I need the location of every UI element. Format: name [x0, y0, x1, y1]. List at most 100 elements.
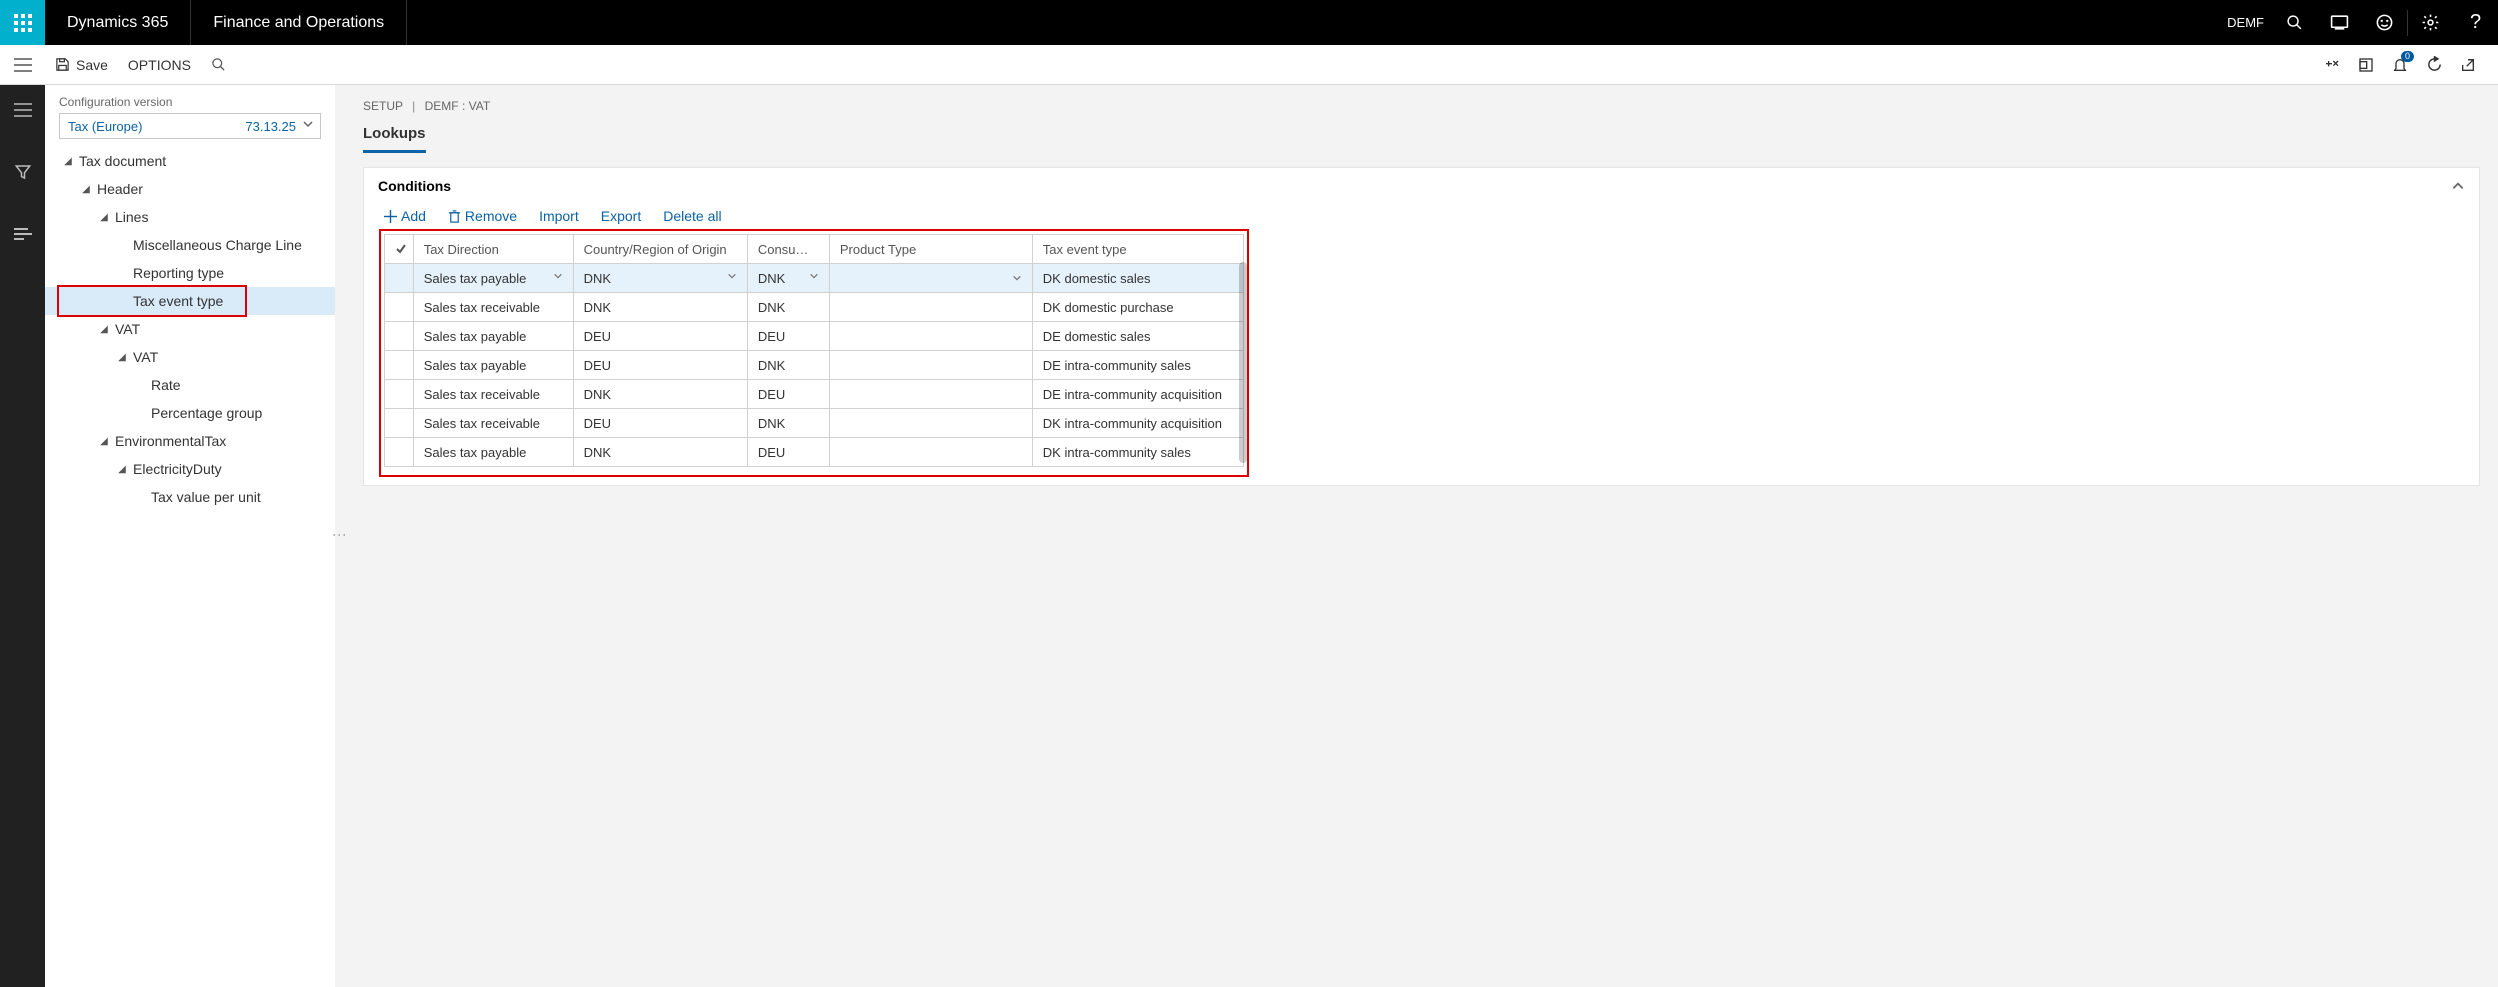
cell-tax-event[interactable]: DK intra-community sales: [1032, 438, 1243, 467]
cell-country[interactable]: DNK: [573, 293, 747, 322]
save-button[interactable]: Save: [45, 45, 118, 84]
table-row[interactable]: Sales tax receivableDEUDNK DK intra-commu…: [385, 409, 1244, 438]
table-row[interactable]: Sales tax payableDEUDNK DE intra-communit…: [385, 351, 1244, 380]
tree-node-misc-charge[interactable]: Miscellaneous Charge Line: [45, 231, 335, 259]
row-select-cell[interactable]: [385, 409, 414, 438]
messages-icon[interactable]: [2317, 14, 2362, 31]
navpane-toggle-icon[interactable]: [0, 58, 45, 72]
tree-node-header[interactable]: ◢Header: [45, 175, 335, 203]
cell-tax-direction[interactable]: Sales tax payable: [413, 438, 573, 467]
cell-tax-event[interactable]: DE intra-community sales: [1032, 351, 1243, 380]
row-select-cell[interactable]: [385, 322, 414, 351]
product-title[interactable]: Dynamics 365: [45, 0, 191, 45]
col-product-type[interactable]: Product Type: [829, 235, 1032, 264]
cell-product-type[interactable]: [829, 380, 1032, 409]
ribbon-search-button[interactable]: [201, 45, 236, 84]
remove-button[interactable]: Remove: [448, 208, 517, 224]
row-select-cell[interactable]: [385, 264, 414, 293]
tree-node-tax-event-type[interactable]: Tax event type: [45, 287, 335, 315]
breadcrumb-vat[interactable]: DEMF : VAT: [425, 99, 491, 113]
cell-tax-direction[interactable]: Sales tax payable: [413, 351, 573, 380]
rail-hamburger-icon[interactable]: [0, 90, 45, 130]
cell-product-type[interactable]: [829, 264, 1032, 293]
export-button[interactable]: Export: [601, 208, 641, 224]
app-launcher-button[interactable]: [0, 0, 45, 45]
cell-tax-direction[interactable]: Sales tax receivable: [413, 409, 573, 438]
breadcrumb-setup[interactable]: SETUP: [363, 99, 403, 113]
module-title[interactable]: Finance and Operations: [191, 0, 407, 45]
col-tax-direction[interactable]: Tax Direction: [413, 235, 573, 264]
col-country[interactable]: Country/Region of Origin: [573, 235, 747, 264]
tree-node-tax-per-unit[interactable]: Tax value per unit: [45, 483, 335, 511]
cell-product-type[interactable]: [829, 438, 1032, 467]
tree-node-lines[interactable]: ◢Lines: [45, 203, 335, 231]
cell-tax-direction[interactable]: Sales tax payable: [413, 264, 573, 293]
row-select-cell[interactable]: [385, 293, 414, 322]
refresh-icon[interactable]: [2422, 53, 2446, 77]
cell-tax-event[interactable]: DE intra-community acquisition: [1032, 380, 1243, 409]
tree-node-env-tax[interactable]: ◢EnvironmentalTax: [45, 427, 335, 455]
splitter-handle[interactable]: ⋮: [335, 85, 345, 987]
table-row[interactable]: Sales tax receivableDNKDNKDK domestic pu…: [385, 293, 1244, 322]
tree-node-elec-duty[interactable]: ◢ElectricityDuty: [45, 455, 335, 483]
cell-product-type[interactable]: [829, 322, 1032, 351]
cell-country[interactable]: DEU: [573, 322, 747, 351]
cell-product-type[interactable]: [829, 351, 1032, 380]
cell-country[interactable]: DNK: [573, 264, 747, 293]
popout-icon[interactable]: [2456, 53, 2480, 77]
help-icon[interactable]: ?: [2453, 11, 2498, 34]
cell-product-type[interactable]: [829, 409, 1032, 438]
office-addins-icon[interactable]: [2354, 53, 2378, 77]
cell-tax-event[interactable]: DK domestic sales: [1032, 264, 1243, 293]
cell-product-type[interactable]: [829, 293, 1032, 322]
company-code[interactable]: DEMF: [2227, 15, 2264, 30]
col-tax-event-type[interactable]: Tax event type: [1032, 235, 1243, 264]
delete-all-button[interactable]: Delete all: [663, 208, 721, 224]
grid-scrollbar[interactable]: [1239, 262, 1247, 463]
cell-tax-direction[interactable]: Sales tax receivable: [413, 293, 573, 322]
cell-tax-event[interactable]: DK intra-community acquisition: [1032, 409, 1243, 438]
attachments-icon[interactable]: [2320, 53, 2344, 77]
tab-lookups[interactable]: Lookups: [363, 117, 426, 153]
cell-consumption[interactable]: DEU: [747, 438, 829, 467]
table-row[interactable]: Sales tax payableDNKDEU DK intra-communit…: [385, 438, 1244, 467]
cell-tax-direction[interactable]: Sales tax payable: [413, 322, 573, 351]
tree-node-rate[interactable]: Rate: [45, 371, 335, 399]
cell-consumption[interactable]: DEU: [747, 322, 829, 351]
cell-tax-event[interactable]: DK domestic purchase: [1032, 293, 1243, 322]
import-button[interactable]: Import: [539, 208, 579, 224]
cell-consumption[interactable]: DEU: [747, 380, 829, 409]
tree-node-reporting-type[interactable]: Reporting type: [45, 259, 335, 287]
notifications-icon[interactable]: 0: [2388, 53, 2412, 77]
settings-icon[interactable]: [2408, 13, 2453, 32]
table-row[interactable]: Sales tax payableDEUDEUDE domestic sales: [385, 322, 1244, 351]
cell-consumption[interactable]: DNK: [747, 409, 829, 438]
tree-node-vat[interactable]: ◢VAT: [45, 315, 335, 343]
conditions-header[interactable]: Conditions: [364, 168, 2479, 204]
cell-tax-direction[interactable]: Sales tax receivable: [413, 380, 573, 409]
col-consumption[interactable]: Consumptio...: [747, 235, 829, 264]
row-select-cell[interactable]: [385, 351, 414, 380]
cell-country[interactable]: DEU: [573, 409, 747, 438]
cell-country[interactable]: DNK: [573, 380, 747, 409]
cell-country[interactable]: DNK: [573, 438, 747, 467]
tree-node-tax-document[interactable]: ◢Tax document: [45, 147, 335, 175]
list-icon[interactable]: [0, 214, 45, 254]
cell-country[interactable]: DEU: [573, 351, 747, 380]
cell-consumption[interactable]: DNK: [747, 293, 829, 322]
table-row[interactable]: Sales tax payableDNKDNKDK domestic sales: [385, 264, 1244, 293]
table-row[interactable]: Sales tax receivableDNKDEU DE intra-commu…: [385, 380, 1244, 409]
cell-tax-event[interactable]: DE domestic sales: [1032, 322, 1243, 351]
row-select-cell[interactable]: [385, 438, 414, 467]
search-icon[interactable]: [2272, 14, 2317, 31]
add-button[interactable]: Add: [384, 208, 426, 224]
filter-icon[interactable]: [0, 152, 45, 192]
feedback-icon[interactable]: [2362, 13, 2407, 32]
col-select-all[interactable]: [385, 235, 414, 264]
config-version-combo[interactable]: Tax (Europe) 73.13.25: [59, 113, 321, 139]
cell-consumption[interactable]: DNK: [747, 264, 829, 293]
row-select-cell[interactable]: [385, 380, 414, 409]
cell-consumption[interactable]: DNK: [747, 351, 829, 380]
tree-node-vat-inner[interactable]: ◢VAT: [45, 343, 335, 371]
options-button[interactable]: OPTIONS: [118, 45, 201, 84]
